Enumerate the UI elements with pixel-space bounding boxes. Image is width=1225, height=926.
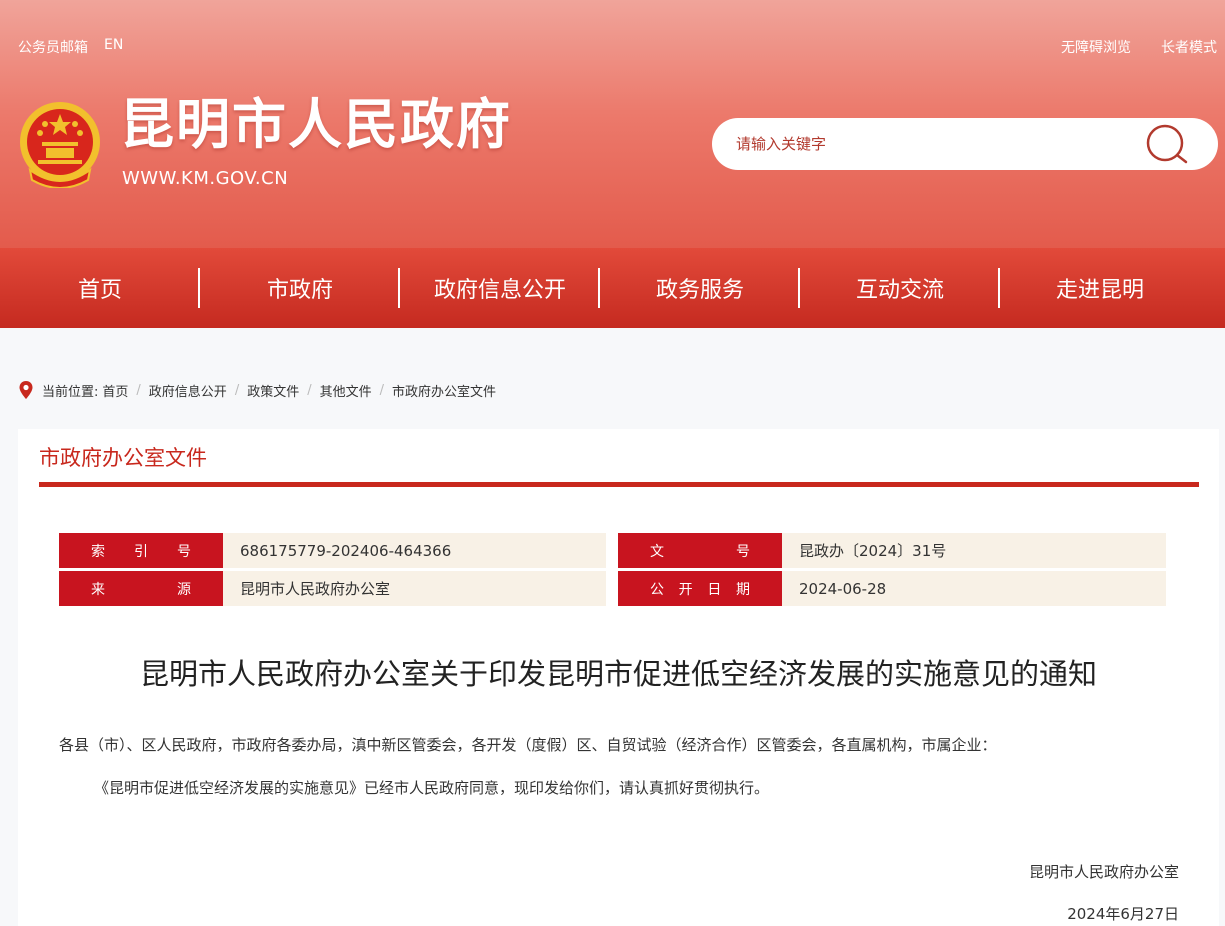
signature-date: 2024年6月27日 xyxy=(1067,905,1179,923)
document-title: 昆明市人民政府办公室关于印发昆明市促进低空经济发展的实施意见的通知 xyxy=(139,657,1097,691)
search-box xyxy=(712,118,1218,170)
label-char: 引 xyxy=(134,543,148,560)
search-input[interactable] xyxy=(736,130,1136,158)
signature-organization: 昆明市人民政府办公室 xyxy=(1028,863,1179,881)
label-char: 来 xyxy=(91,581,105,598)
site-url: WWW.KM.GOV.CN xyxy=(122,168,289,189)
breadcrumb-separator: / xyxy=(379,382,385,398)
breadcrumb-policy-documents[interactable]: 政策文件 xyxy=(247,381,299,400)
site-title: 昆明市人民政府 xyxy=(120,93,512,156)
english-link[interactable]: EN xyxy=(104,37,123,57)
search-icon[interactable] xyxy=(1144,124,1190,164)
breadcrumb-separator: / xyxy=(307,382,312,398)
accessibility-link[interactable]: 无障碍浏览 xyxy=(1061,37,1131,57)
topbar-left: 公务员邮箱 EN xyxy=(18,37,123,57)
breadcrumb-prefix: 当前位置: xyxy=(42,384,99,400)
index-number-value: 686175779-202406-464366 xyxy=(223,533,606,568)
section-title: 市政府办公室文件 xyxy=(39,446,207,470)
index-number-label: 索 引 号 xyxy=(59,533,223,568)
publish-date-value: 2024-06-28 xyxy=(782,571,1166,606)
label-char: 源 xyxy=(177,581,191,598)
source-label: 来 源 xyxy=(59,571,223,606)
label-char: 公 xyxy=(650,581,664,598)
national-emblem-icon xyxy=(20,102,100,188)
site-header: 公务员邮箱 EN 无障碍浏览 长者模式 昆明市人民政府 WWW.KM.GOV.C… xyxy=(0,0,1225,248)
nav-government-services[interactable]: 政务服务 xyxy=(600,248,800,328)
civil-servant-mail-link[interactable]: 公务员邮箱 xyxy=(18,37,88,57)
nav-interaction[interactable]: 互动交流 xyxy=(800,248,1000,328)
main-nav: 首页 市政府 政府信息公开 政务服务 互动交流 走进昆明 xyxy=(0,248,1225,328)
document-number-label: 文 号 xyxy=(618,533,782,568)
meta-row: 索 引 号 686175779-202406-464366 文 号 昆政办〔20… xyxy=(59,533,1167,568)
content-panel: 市政府办公室文件 索 引 号 686175779-202406-464366 文… xyxy=(18,429,1219,926)
breadcrumb-separator: / xyxy=(234,382,240,398)
breadcrumb: 当前位置: 首页 / 政府信息公开 / 政策文件 / 其他文件 / 市政府办公室… xyxy=(18,380,496,400)
publish-date-label: 公 开 日 期 xyxy=(618,571,782,606)
breadcrumb-home[interactable]: 首页 xyxy=(102,381,128,400)
breadcrumb-info-disclosure[interactable]: 政府信息公开 xyxy=(149,381,227,400)
nav-home[interactable]: 首页 xyxy=(0,248,200,328)
label-char: 文 xyxy=(650,543,664,560)
document-meta-table: 索 引 号 686175779-202406-464366 文 号 昆政办〔20… xyxy=(59,533,1167,609)
document-body: 《昆明市促进低空经济发展的实施意见》已经市人民政府同意，现印发给你们，请认真抓好… xyxy=(94,779,770,797)
breadcrumb-office-documents[interactable]: 市政府办公室文件 xyxy=(392,381,496,400)
breadcrumb-other-documents[interactable]: 其他文件 xyxy=(320,381,372,400)
nav-about-kunming[interactable]: 走进昆明 xyxy=(1000,248,1200,328)
label-char: 日 xyxy=(707,581,722,598)
nav-info-disclosure[interactable]: 政府信息公开 xyxy=(400,248,600,328)
label-char: 索 xyxy=(91,543,105,560)
source-value: 昆明市人民政府办公室 xyxy=(223,571,606,606)
meta-row: 来 源 昆明市人民政府办公室 公 开 日 期 2024-06-28 xyxy=(59,571,1167,606)
label-char: 号 xyxy=(736,543,750,560)
breadcrumb-separator: / xyxy=(136,382,141,398)
topbar-right: 无障碍浏览 长者模式 xyxy=(1061,37,1217,57)
nav-city-government[interactable]: 市政府 xyxy=(200,248,400,328)
label-char: 期 xyxy=(735,581,750,598)
label-char: 号 xyxy=(177,543,191,560)
elderly-mode-link[interactable]: 长者模式 xyxy=(1161,37,1217,57)
document-number-value: 昆政办〔2024〕31号 xyxy=(782,533,1166,568)
document-salutation: 各县（市）、区人民政府，市政府各委办局，滇中新区管委会，各开发（度假）区、自贸试… xyxy=(59,736,997,754)
label-char: 开 xyxy=(678,581,693,598)
section-divider xyxy=(39,482,1199,487)
location-pin-icon xyxy=(19,381,33,399)
